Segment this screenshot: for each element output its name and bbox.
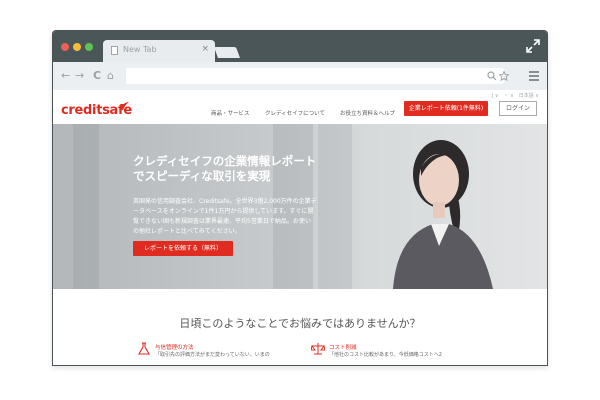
back-arrow-icon[interactable]: ← [61,69,70,83]
browser-toolbar: ← → C ⌂ [53,62,547,90]
flask-icon [138,342,150,355]
login-button[interactable]: ログイン [499,101,537,116]
browser-window: New Tab × ← → C ⌂ J ∨ ・ ∨ 日本語 ∨ creditsa… [52,30,548,366]
hero-request-button[interactable]: レポートを依頼する（無料） [133,241,233,256]
menu-icon[interactable] [529,71,539,83]
home-icon[interactable]: ⌂ [107,69,114,83]
address-bar[interactable] [126,68,504,84]
concern-item-text: 「取引先の評価方法がまだ変わっていない、いまの [155,352,270,358]
concern-section: 日頃このようなことでお悩みではありませんか？ 与信管理の方法 「取引先の評価方法… [53,289,547,365]
hero-title-line: でスピーディな取引を実現 [133,169,271,183]
search-icon[interactable] [487,71,497,81]
nav-products[interactable]: 商品・サービス [211,109,250,117]
background-building [73,124,99,289]
scale-icon [311,343,325,355]
document-icon [111,46,118,55]
hero-description-line: 英国発の信用調査会社、Creditsafe。全世界3億2,000万件の企業デ [133,198,317,205]
concern-item-title: 与信管理の方法 [155,345,194,351]
close-window-dot[interactable] [61,43,69,51]
star-icon[interactable] [499,71,509,81]
concern-item-text: 「他社のコスト比較があまり、今低価格コストへ2 [329,352,442,358]
hero-title-line: クレディセイフの企業情報レポート [133,154,317,168]
hero-description-line: ータベースをオンラインで1件1万円から提供しています。すぐに閲 [133,208,314,215]
language-selector[interactable]: J ∨ ・ ∨ 日本語 ∨ [492,92,539,99]
hero-description: 英国発の信用調査会社、Creditsafe。全世界3億2,000万件の企業デ ー… [133,197,343,237]
hero-title: クレディセイフの企業情報レポート でスピーディな取引を実現 [133,154,316,184]
fullscreen-icon[interactable] [526,39,540,53]
website: J ∨ ・ ∨ 日本語 ∨ creditsafe 商品・サービス クレディセイフ… [53,90,547,365]
maximize-window-dot[interactable] [85,43,93,51]
nav-resources[interactable]: お役立ち資料＆ヘルプ [340,109,395,117]
concern-item-title: コスト削減 [329,345,357,351]
logo-swoosh-icon [119,102,129,110]
hero-banner: クレディセイフの企業情報レポート でスピーディな取引を実現 英国発の信用調査会社… [53,124,547,289]
concern-heading: 日頃このようなことでお悩みではありませんか？ [179,317,421,330]
forward-arrow-icon[interactable]: → [75,69,84,83]
tab-title: New Tab [123,45,157,54]
new-tab-button[interactable] [213,47,241,58]
hero-description-line: 覧できない国も新規調査は業界最速、平均5営業日で納品。お使い [133,218,311,225]
hero-description-line: の他社レポートと比べてみてください。 [133,228,241,235]
tab-close-icon[interactable]: × [201,44,209,54]
request-report-button[interactable]: 企業レポート依頼(1件無料) [404,101,488,116]
browser-tab[interactable]: New Tab × [103,40,215,62]
minimize-window-dot[interactable] [73,43,81,51]
reload-icon[interactable]: C [93,69,101,83]
nav-about[interactable]: クレディセイフについて [265,109,325,117]
businesswoman-photo [393,140,493,289]
browser-titlebar: New Tab × [53,31,547,62]
